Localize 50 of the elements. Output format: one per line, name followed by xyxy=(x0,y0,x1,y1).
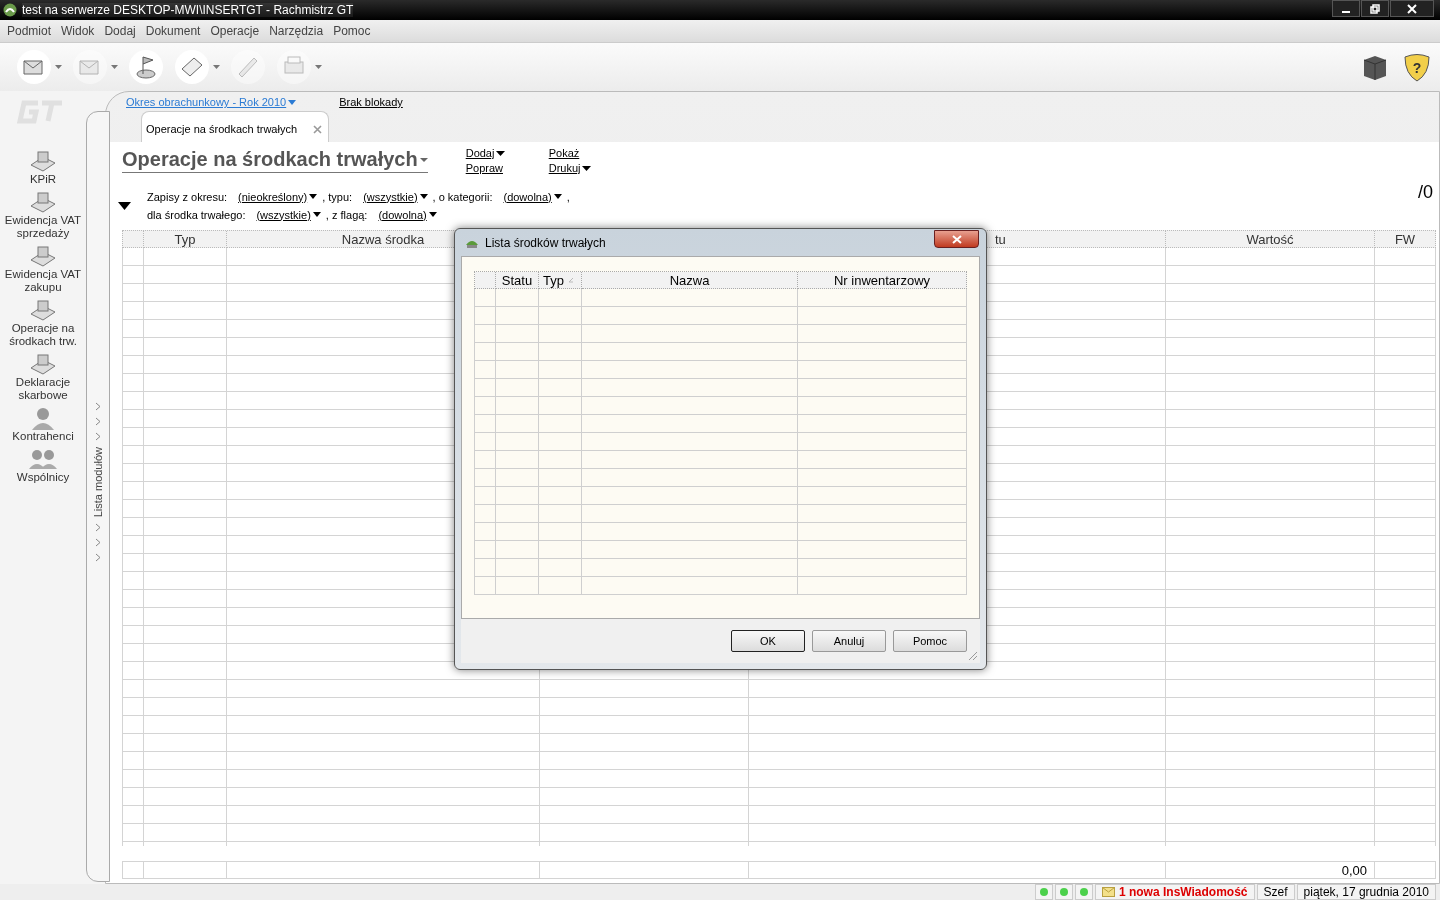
window-title: test na serwerze DESKTOP-MWI\INSERTGT - Rachmistrz GT xyxy=(22,3,354,17)
column-header[interactable]: FW xyxy=(1375,231,1436,248)
dialog-button[interactable]: Pomoc xyxy=(893,630,967,652)
page-heading[interactable]: Operacje na środkach trwałych xyxy=(122,148,428,173)
column-header[interactable]: Typ xyxy=(144,231,227,248)
dialog-button[interactable]: OK xyxy=(731,630,805,652)
menu-item[interactable]: Dodaj xyxy=(99,24,141,38)
menu-item[interactable]: Podmiot xyxy=(2,24,57,38)
filter-label: Zapisy z okresu: xyxy=(147,190,228,203)
lock-link[interactable]: Brak blokady xyxy=(339,96,403,108)
module-item[interactable]: Wspólnicy xyxy=(0,447,86,484)
column-header[interactable]: Nr inwentarzowy xyxy=(798,272,967,289)
filter-dropdown[interactable]: (wszystkie) xyxy=(363,190,428,203)
message-notice[interactable]: 1 nowa InsWiadomość xyxy=(1094,884,1255,900)
dialog-button[interactable]: Anuluj xyxy=(812,630,886,652)
menu-item[interactable]: Operacje xyxy=(205,24,265,38)
module-item[interactable]: Ewidencja VAT zakupu xyxy=(0,244,86,294)
filter-label: , z flagą: xyxy=(325,208,368,221)
menu-item[interactable]: Pomoc xyxy=(328,24,376,38)
date-display: piątek, 17 grudnia 2010 xyxy=(1296,884,1436,900)
filter-label: , xyxy=(566,190,570,203)
filter-dropdown[interactable]: (dowolna) xyxy=(378,208,437,221)
period-link[interactable]: Okres obrachunkowy - Rok 2010 xyxy=(126,96,297,108)
action-link[interactable]: Popraw xyxy=(465,162,549,174)
filter-label: , o kategorii: xyxy=(432,190,493,203)
column-header[interactable]: Nazwa xyxy=(582,272,798,289)
filter-dropdown[interactable]: (wszystkie) xyxy=(256,208,321,221)
filter-dropdown[interactable]: (dowolna) xyxy=(503,190,562,203)
column-header[interactable]: Wartość xyxy=(1166,231,1375,248)
record-counter: /0 xyxy=(1418,182,1433,203)
column-header[interactable]: Statu xyxy=(496,272,539,289)
filter-dropdown[interactable]: (nieokreślony) xyxy=(238,190,318,203)
module-list-label[interactable]: Lista modułów xyxy=(92,447,104,518)
menu-item[interactable]: Narzędzia xyxy=(264,24,329,38)
action-link[interactable]: Drukuj xyxy=(548,162,592,174)
module-item[interactable]: Deklaracje skarbowe xyxy=(0,352,86,402)
module-item[interactable]: KPiR xyxy=(0,149,86,186)
tab[interactable]: Operacje na środkach trwałych xyxy=(141,111,329,142)
module-item[interactable]: Kontrahenci xyxy=(0,406,86,443)
module-item[interactable]: Operacje na środkach trw. xyxy=(0,298,86,348)
module-item[interactable]: Ewidencja VAT sprzedaży xyxy=(0,190,86,240)
user-name: Szef xyxy=(1256,884,1295,900)
column-header[interactable]: Typ xyxy=(539,272,582,289)
menu-item[interactable]: Dokument xyxy=(140,24,206,38)
filter-label: , typu: xyxy=(322,190,353,203)
total-value: 0,00 xyxy=(1341,862,1368,878)
filter-label: dla środka trwałego: xyxy=(147,208,246,221)
action-link[interactable]: Pokaż xyxy=(548,147,592,159)
menu-item[interactable]: Widok xyxy=(56,24,100,38)
action-link[interactable]: Dodaj xyxy=(465,147,549,159)
